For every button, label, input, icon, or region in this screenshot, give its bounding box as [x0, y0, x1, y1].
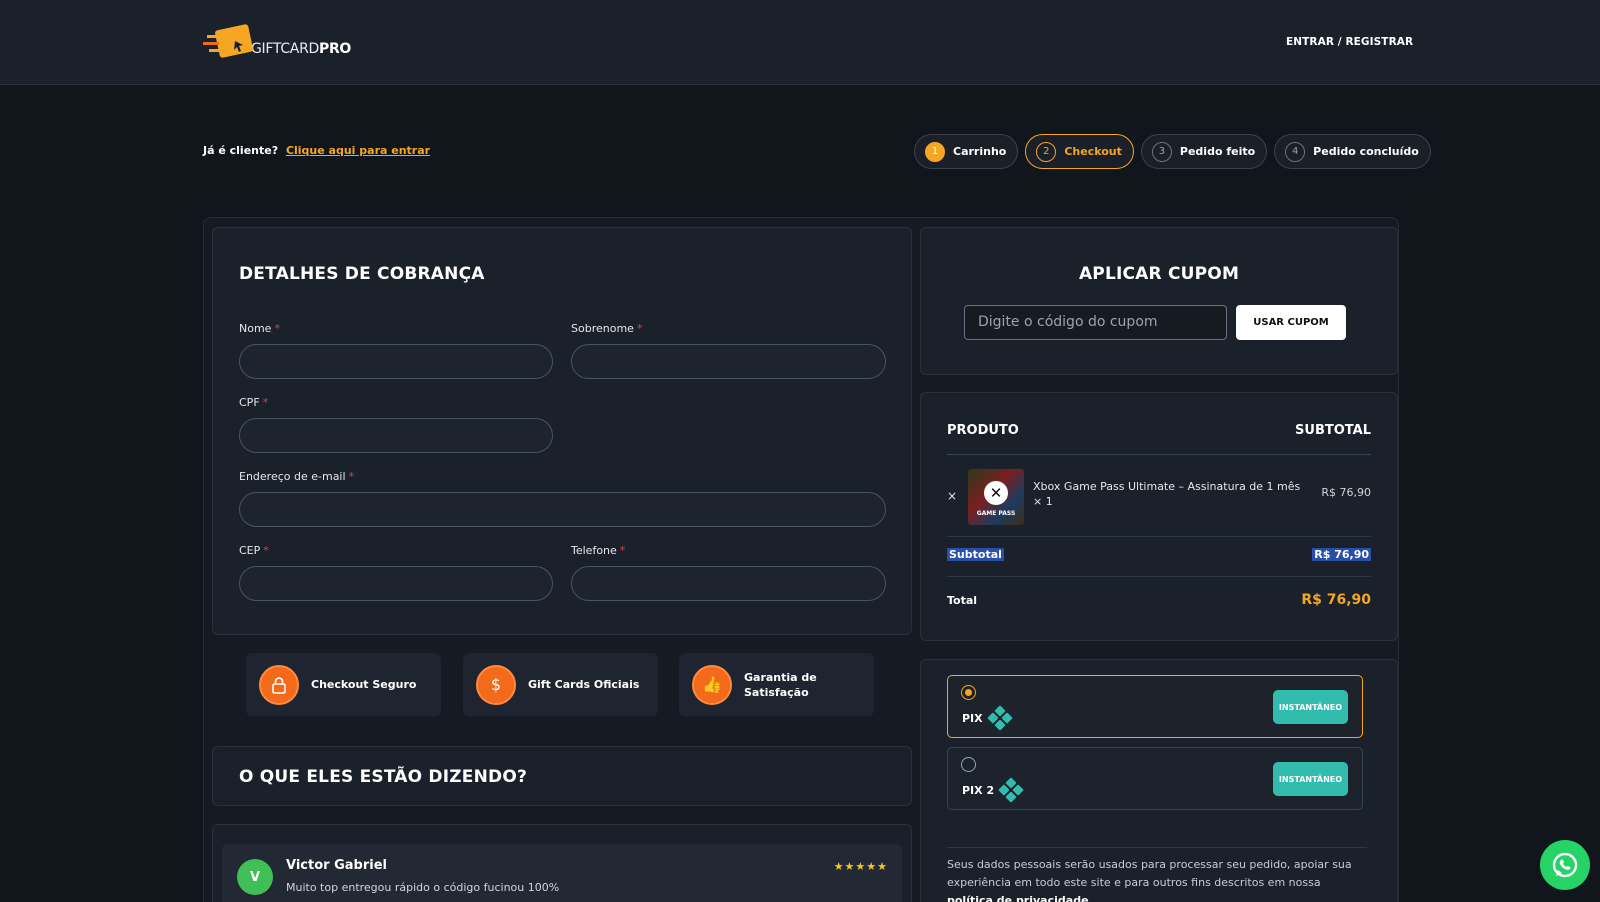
coupon-title: APLICAR CUPOM: [1078, 264, 1240, 284]
step-label: Carrinho: [953, 145, 1007, 158]
whatsapp-chat-button[interactable]: [1540, 840, 1590, 890]
divider: [947, 536, 1371, 537]
brand-logo[interactable]: GIFTCARDPRO: [203, 23, 351, 61]
checkout-steps: 1 Carrinho 2 Checkout 3 Pedido feito 4 P…: [914, 134, 1431, 169]
step-number: 1: [925, 141, 945, 162]
badge-satisfaction-guarantee: 👍 Garantia de Satisfação: [679, 653, 874, 716]
step-number: 4: [1285, 141, 1306, 162]
last-name-input[interactable]: [571, 344, 886, 379]
step-label: Pedido concluído: [1313, 145, 1419, 158]
instant-badge: INSTANTÂNEO: [1273, 762, 1348, 796]
billing-title: DETALHES DE COBRANÇA: [239, 264, 485, 284]
step-label: Pedido feito: [1179, 145, 1256, 158]
step-number: 3: [1151, 141, 1172, 162]
product-thumbnail: ✕ GAME PASS: [968, 469, 1024, 525]
dollar-coin-icon: $: [476, 664, 516, 705]
reviews-list: V Victor Gabriel Muito top entregou rápi…: [212, 824, 912, 902]
avatar: V: [237, 859, 273, 895]
review-card: V Victor Gabriel Muito top entregou rápi…: [222, 844, 902, 902]
step-order-complete[interactable]: 4 Pedido concluído: [1274, 134, 1431, 169]
brand-name: GIFTCARDPRO: [251, 41, 352, 57]
payment-radio[interactable]: [961, 757, 976, 772]
product-quantity: × 1: [1033, 495, 1053, 508]
badge-official-giftcards: $ Gift Cards Oficiais: [463, 653, 658, 716]
cpf-input[interactable]: [239, 418, 553, 453]
step-checkout[interactable]: 2 Checkout: [1025, 134, 1134, 169]
coupon-panel: APLICAR CUPOM Digite o código do cupom U…: [920, 227, 1398, 375]
thumbs-up-icon: 👍: [692, 664, 732, 705]
badge-label: Checkout Seguro: [311, 678, 417, 691]
subtotal-label: Subtotal: [947, 548, 1004, 561]
returning-customer-notice: Já é cliente? Clique aqui para entrar: [203, 144, 430, 157]
payment-panel: PIX INSTANTÂNEO PIX 2 INSTANTÂNEO Seus d…: [920, 659, 1398, 902]
email-label: Endereço de e-mail *: [239, 470, 355, 483]
thumbnail-caption: GAME PASS: [976, 510, 1016, 517]
testimonials-title: O QUE ELES ESTÃO DIZENDO?: [239, 767, 528, 787]
badge-secure-checkout: Checkout Seguro: [246, 653, 441, 716]
last-name-label: Sobrenome *: [571, 322, 643, 335]
total-value: R$ 76,90: [1301, 592, 1371, 608]
lock-icon: [259, 664, 299, 705]
payment-label: PIX: [962, 705, 1013, 731]
testimonials-header: O QUE ELES ESTÃO DIZENDO?: [212, 746, 912, 806]
cpf-label: CPF *: [239, 396, 269, 409]
divider: [947, 576, 1371, 577]
first-name-label: Nome *: [239, 322, 280, 335]
phone-input[interactable]: [571, 566, 886, 601]
site-header: GIFTCARDPRO ENTRAR / REGISTRAR: [0, 0, 1600, 85]
xbox-logo-icon: ✕: [984, 481, 1008, 505]
remove-item-icon[interactable]: ×: [947, 489, 957, 503]
product-name: Xbox Game Pass Ultimate – Assinatura de …: [1033, 480, 1301, 508]
step-cart[interactable]: 1 Carrinho: [914, 134, 1019, 169]
coupon-code-input[interactable]: Digite o código do cupom: [964, 305, 1227, 340]
pix-icon: [998, 777, 1024, 803]
product-column-header: PRODUTO: [947, 423, 1019, 438]
subtotal-value: R$ 76,90: [1312, 548, 1371, 561]
giftcard-logo-icon: [203, 24, 253, 58]
login-register-link[interactable]: ENTRAR / REGISTRAR: [1286, 36, 1413, 48]
step-order-placed[interactable]: 3 Pedido feito: [1140, 134, 1268, 169]
divider: [947, 454, 1371, 455]
phone-label: Telefone *: [571, 544, 626, 557]
product-price: R$ 76,90: [1321, 486, 1371, 499]
cep-input[interactable]: [239, 566, 553, 601]
subtotal-row: Subtotal R$ 76,90: [947, 548, 1371, 561]
order-table-header: PRODUTO SUBTOTAL: [947, 423, 1371, 438]
badge-label: Gift Cards Oficiais: [528, 678, 640, 691]
reviewer-name: Victor Gabriel: [286, 858, 387, 873]
first-name-input[interactable]: [239, 344, 553, 379]
review-text: Muito top entregou rápido o código fucin…: [286, 881, 560, 894]
whatsapp-icon: [1552, 852, 1578, 878]
total-label: Total: [947, 593, 978, 607]
payment-label: PIX 2: [962, 777, 1024, 803]
email-input[interactable]: [239, 492, 886, 527]
step-number: 2: [1036, 141, 1057, 162]
order-summary-panel: PRODUTO SUBTOTAL × ✕ GAME PASS Xbox Game…: [920, 392, 1398, 641]
star-rating: ★★★★★: [833, 860, 888, 873]
apply-coupon-button[interactable]: USAR CUPOM: [1236, 305, 1346, 340]
payment-radio-selected[interactable]: [961, 685, 976, 700]
subtotal-column-header: SUBTOTAL: [1295, 423, 1371, 438]
privacy-policy-link[interactable]: política de privacidade: [947, 894, 1089, 902]
payment-option-pix-2[interactable]: PIX 2 INSTANTÂNEO: [947, 747, 1363, 810]
payment-option-pix[interactable]: PIX INSTANTÂNEO: [947, 675, 1363, 738]
cep-label: CEP *: [239, 544, 269, 557]
step-label: Checkout: [1064, 145, 1122, 158]
returning-customer-question: Já é cliente?: [203, 144, 279, 157]
billing-details-panel: DETALHES DE COBRANÇA Nome * Sobrenome * CP…: [212, 227, 912, 635]
badge-label: Garantia de Satisfação: [744, 670, 817, 699]
instant-badge: INSTANTÂNEO: [1273, 690, 1348, 724]
pix-icon: [986, 705, 1013, 731]
login-here-link[interactable]: Clique aqui para entrar: [286, 144, 430, 157]
privacy-notice: Seus dados pessoais serão usados para pr…: [947, 847, 1367, 902]
total-row: Total R$ 76,90: [947, 592, 1371, 608]
